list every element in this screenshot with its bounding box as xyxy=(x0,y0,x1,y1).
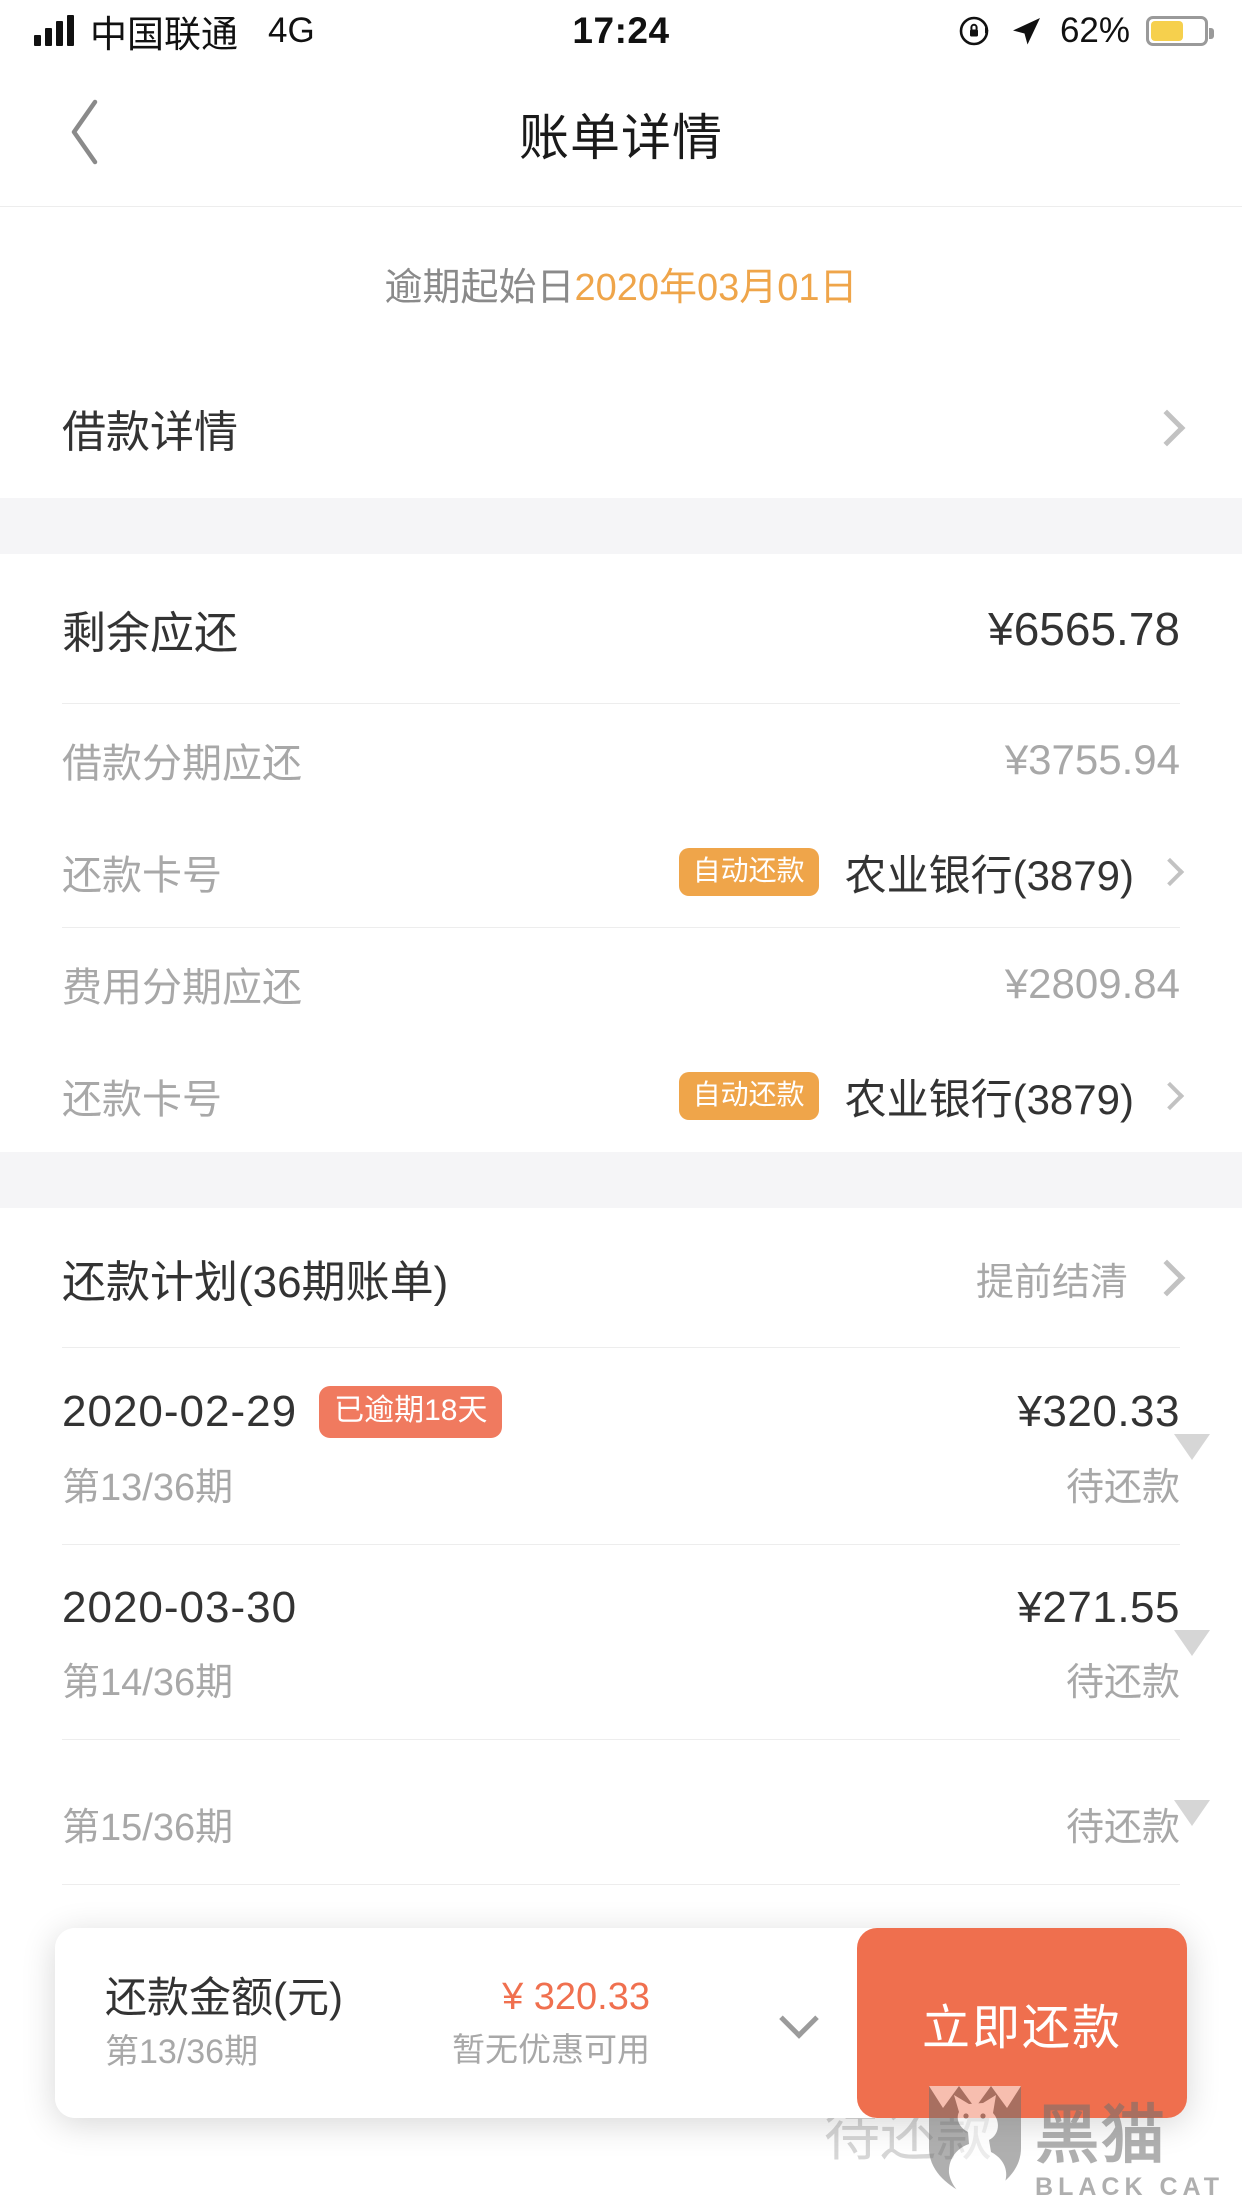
page-title: 账单详情 xyxy=(519,110,723,166)
overdue-start-date: 2020年03月01日 xyxy=(574,266,858,309)
remaining-due-value: ¥6565.78 xyxy=(988,603,1180,655)
plan-item-status: 待还款 xyxy=(1065,1807,1180,1849)
page-content: 逾期起始日 2020年03月01日 借款详情 剩余应还 ¥6565.78 借款分… xyxy=(0,208,1242,2208)
battery-percent-label: 62% xyxy=(1059,11,1130,50)
section-divider-band-1 xyxy=(0,498,1242,554)
chevron-right-icon xyxy=(1148,409,1186,447)
section-divider-band-2 xyxy=(0,1152,1242,1208)
repayment-promo-text: 暂无优惠可用 xyxy=(451,2031,650,2069)
overdue-start-banner: 逾期起始日 2020年03月01日 xyxy=(0,208,1242,358)
loan-installment-value: ¥3755.94 xyxy=(1004,736,1180,783)
loan-detail-card: 借款详情 xyxy=(0,358,1242,498)
repayment-amount-term: 第13/36期 xyxy=(105,2033,259,2072)
plan-item-date: 2020-03-30 xyxy=(62,1583,298,1632)
plan-item-bottom-line: 第14/36期 待还款 xyxy=(62,1651,1180,1706)
remaining-due-label: 剩余应还 xyxy=(62,609,238,658)
overdue-days-badge: 已逾期18天 xyxy=(319,1386,503,1438)
loan-repay-card-label: 还款卡号 xyxy=(62,854,222,898)
repayment-plan-header-right: 提前结清 xyxy=(976,1251,1186,1306)
repayment-amount-value: ¥ 320.33 xyxy=(502,1975,650,2018)
loan-detail-row[interactable]: 借款详情 xyxy=(0,358,1242,498)
fee-repay-card-row[interactable]: 还款卡号 自动还款 农业银行(3879) xyxy=(0,1040,1242,1152)
loan-repay-card-right: 自动还款 农业银行(3879) xyxy=(678,842,1185,903)
battery-icon xyxy=(1146,16,1214,46)
loan-detail-label: 借款详情 xyxy=(62,408,238,457)
repayment-plan-card: 还款计划(36期账单) 提前结清 2020-02-29 已逾期18天 ¥320.… xyxy=(0,1208,1242,1885)
fee-repay-card-value: 农业银行(3879) xyxy=(844,1075,1134,1123)
plan-list-item[interactable]: 2020-02-29 已逾期18天 ¥320.33 第13/36期 待还款 xyxy=(0,1348,1242,1545)
plan-list-item[interactable]: 第15/36期 待还款 xyxy=(0,1740,1242,1885)
status-bar: 中国联通 4G 17:24 62% xyxy=(0,0,1242,62)
plan-item-amount: ¥271.55 xyxy=(1017,1583,1180,1632)
navigation-bar: 账单详情 xyxy=(0,62,1242,207)
triangle-down-icon[interactable] xyxy=(1174,1629,1210,1656)
triangle-down-icon[interactable] xyxy=(1174,1433,1210,1460)
settle-early-link[interactable]: 提前结清 xyxy=(976,1251,1128,1306)
overdue-start-label: 逾期起始日 xyxy=(384,266,575,309)
plan-item-date: 2020-02-29 xyxy=(62,1387,298,1436)
plan-item-top-line: 2020-03-30 ¥271.55 xyxy=(62,1583,1180,1633)
plan-item-term: 第14/36期 xyxy=(62,1662,234,1704)
plan-list-item[interactable]: 2020-03-30 ¥271.55 第14/36期 待还款 xyxy=(0,1545,1242,1740)
remaining-due-row: 剩余应还 ¥6565.78 xyxy=(0,554,1242,704)
fee-installment-value: ¥2809.84 xyxy=(1004,960,1180,1007)
loan-installment-label: 借款分期应还 xyxy=(62,742,302,786)
repayment-amount-value-block: ¥ 320.33 暂无优惠可用 xyxy=(452,1974,650,2072)
rotation-lock-icon xyxy=(958,14,992,48)
chevron-left-icon xyxy=(63,96,107,173)
chevron-right-icon xyxy=(1155,1081,1185,1111)
repayment-plan-title: 还款计划(36期账单) xyxy=(62,1258,449,1307)
chevron-right-icon xyxy=(1155,857,1185,887)
plan-item-top-line: 2020-02-29 已逾期18天 ¥320.33 xyxy=(62,1386,1180,1438)
plan-item-amount: ¥320.33 xyxy=(1017,1387,1180,1436)
location-arrow-icon xyxy=(1008,13,1044,49)
fee-repay-card-label: 还款卡号 xyxy=(62,1078,222,1122)
loan-repay-card-value: 农业银行(3879) xyxy=(844,851,1134,899)
plan-item-bottom-line: 第15/36期 待还款 xyxy=(62,1796,1180,1851)
plan-item-term: 第15/36期 xyxy=(62,1807,234,1849)
plan-item-left: 2020-02-29 已逾期18天 xyxy=(62,1386,503,1438)
auto-repay-badge: 自动还款 xyxy=(678,1072,819,1120)
phone-screen: 中国联通 4G 17:24 62% 账单详情 逾期起始日 2020年03月01日… xyxy=(0,0,1242,2208)
plan-item-status: 待还款 xyxy=(1065,1662,1180,1704)
plan-item-bottom-line: 第13/36期 待还款 xyxy=(62,1456,1180,1511)
fee-installment-amount-row: 费用分期应还 ¥2809.84 xyxy=(0,928,1242,1040)
chevron-down-icon[interactable] xyxy=(779,1999,819,2039)
auto-repay-badge: 自动还款 xyxy=(678,848,819,896)
repayment-action-bar: 还款金额(元) 第13/36期 ¥ 320.33 暂无优惠可用 立即还款 xyxy=(55,1928,1187,2118)
plan-item-term: 第13/36期 xyxy=(62,1467,234,1509)
repayment-amount-panel[interactable]: 还款金额(元) 第13/36期 ¥ 320.33 暂无优惠可用 xyxy=(55,1928,857,2118)
repayment-plan-header[interactable]: 还款计划(36期账单) 提前结清 xyxy=(0,1208,1242,1348)
repayment-amount-title: 还款金额(元) xyxy=(105,1973,343,2021)
repay-now-button[interactable]: 立即还款 xyxy=(857,1928,1187,2118)
back-button[interactable] xyxy=(30,62,140,206)
plan-item-left: 2020-03-30 xyxy=(62,1583,297,1633)
plan-item-status: 待还款 xyxy=(1065,1467,1180,1509)
triangle-down-icon[interactable] xyxy=(1174,1799,1210,1826)
chevron-right-icon xyxy=(1148,1259,1186,1297)
fee-installment-label: 费用分期应还 xyxy=(62,966,302,1010)
loan-repay-card-row[interactable]: 还款卡号 自动还款 农业银行(3879) xyxy=(0,816,1242,928)
repayment-amount-text-block: 还款金额(元) 第13/36期 xyxy=(105,1972,343,2075)
loan-installment-amount-row: 借款分期应还 ¥3755.94 xyxy=(0,704,1242,816)
summary-card: 剩余应还 ¥6565.78 借款分期应还 ¥3755.94 还款卡号 自动还款 … xyxy=(0,554,1242,1152)
status-bar-right: 62% xyxy=(958,11,1214,51)
fee-repay-card-right: 自动还款 农业银行(3879) xyxy=(678,1066,1185,1127)
